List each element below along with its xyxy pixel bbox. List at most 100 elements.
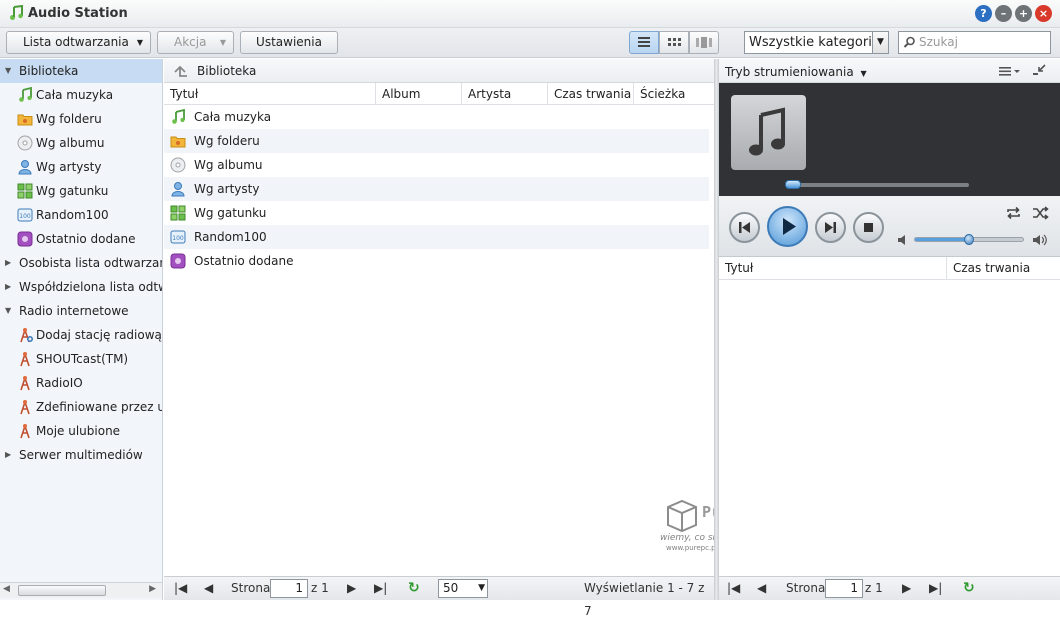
table-row[interactable]: Wg folderu	[164, 129, 709, 153]
page-number-input[interactable]: 1	[825, 579, 863, 598]
collapsed-triangle-icon[interactable]: ▶	[5, 443, 11, 467]
page-number-value: 1	[850, 581, 858, 595]
category-select-value: Wszystkie kategori	[749, 35, 872, 50]
sidebar-item-by-genre[interactable]: Wg gatunku	[0, 179, 162, 203]
first-page-icon[interactable]: |◀	[174, 577, 187, 600]
column-header-title[interactable]: Tytuł	[719, 257, 947, 279]
sidebar-item-media-server[interactable]: ▶ Serwer multimediów	[0, 443, 162, 467]
sidebar-item-by-album[interactable]: Wg albumu	[0, 131, 162, 155]
coverflow-view-icon	[696, 37, 712, 48]
table-row[interactable]: Wg artysty	[164, 177, 709, 201]
sidebar-item-all-music[interactable]: Cała muzyka	[0, 83, 162, 107]
sidebar-item-radioio[interactable]: RadioIO	[0, 371, 162, 395]
stop-button[interactable]	[853, 212, 884, 243]
table-row[interactable]: Wg albumu	[164, 153, 709, 177]
action-button[interactable]: Akcja ▼	[157, 31, 234, 54]
random-icon: 100	[170, 230, 186, 244]
stream-mode-bar: Tryb strumieniowania ▼	[719, 59, 1060, 83]
table-row[interactable]: 100 Random100	[164, 225, 709, 249]
sidebar-item-by-folder[interactable]: Wg folderu	[0, 107, 162, 131]
progress-track[interactable]	[785, 180, 969, 189]
close-icon[interactable]: ×	[1035, 5, 1052, 22]
volume-high-icon	[1033, 234, 1047, 246]
grid-view-button[interactable]	[659, 31, 689, 54]
sidebar-item-shoutcast[interactable]: SHOUTcast(TM)	[0, 347, 162, 371]
minimize-icon[interactable]: –	[995, 5, 1012, 22]
sidebar-item-internet-radio[interactable]: ▼ Radio internetowe	[0, 299, 162, 323]
shuffle-icon[interactable]	[1032, 206, 1049, 220]
playlist-button[interactable]: Lista odtwarzania ▼	[6, 31, 151, 54]
sidebar-item-favorites[interactable]: Moje ulubione	[0, 419, 162, 443]
sidebar-item-recently-added[interactable]: Ostatnio dodane	[0, 227, 162, 251]
collapsed-triangle-icon[interactable]: ▶	[5, 275, 11, 299]
column-header-path[interactable]: Ścieżka	[634, 83, 714, 105]
column-header-artist[interactable]: Artysta	[462, 83, 548, 105]
collapsed-triangle-icon[interactable]: ▶	[5, 251, 11, 275]
music-note-icon	[172, 109, 185, 124]
stream-mode-menu[interactable]: Tryb strumieniowania ▼	[725, 65, 867, 79]
sidebar-horizontal-scrollbar[interactable]: ◀ ▶	[0, 582, 162, 598]
next-page-icon[interactable]: ▶	[902, 577, 911, 600]
maximize-icon[interactable]: +	[1015, 5, 1032, 22]
album-cover	[731, 95, 806, 170]
page-total: z 1	[865, 581, 883, 595]
sidebar-item-user-defined[interactable]: Zdefiniowane przez użytkownika	[0, 395, 162, 419]
playlist-menu-icon[interactable]	[999, 66, 1021, 77]
column-header-album[interactable]: Album	[376, 83, 462, 105]
scroll-left-icon[interactable]: ◀	[3, 584, 10, 594]
scrollbar-thumb[interactable]	[18, 585, 106, 596]
table-row[interactable]: Ostatnio dodane	[164, 249, 709, 273]
volume-slider[interactable]	[914, 234, 1024, 245]
category-select[interactable]: Wszystkie kategori ▼	[744, 31, 889, 54]
first-page-icon[interactable]: |◀	[727, 577, 740, 600]
settings-button[interactable]: Ustawienia	[240, 31, 338, 54]
breadcrumb-label[interactable]: Biblioteka	[197, 59, 256, 83]
album-disc-icon	[170, 157, 186, 173]
search-placeholder: Szukaj	[919, 35, 958, 49]
refresh-icon[interactable]: ↻	[963, 577, 975, 600]
next-page-icon[interactable]: ▶	[347, 577, 356, 600]
sidebar-item-add-radio[interactable]: Dodaj stację radiową	[0, 323, 162, 347]
artist-icon	[171, 182, 185, 197]
previous-page-icon[interactable]: ◀	[204, 577, 213, 600]
list-view-button[interactable]	[629, 31, 659, 54]
expanded-triangle-icon[interactable]: ▼	[5, 299, 11, 323]
library-pager: |◀ ◀ Strona 1 z 1 ▶ ▶| ↻ 50 ▼ Wyświetlan…	[164, 576, 714, 618]
coverflow-view-button[interactable]	[689, 31, 719, 54]
column-header-duration[interactable]: Czas trwania	[548, 83, 634, 105]
progress-handle[interactable]	[785, 180, 801, 189]
last-page-icon[interactable]: ▶|	[929, 577, 942, 600]
previous-page-icon[interactable]: ◀	[757, 577, 766, 600]
page-size-select[interactable]: 50 ▼	[438, 579, 488, 598]
sidebar-item-library[interactable]: ▼ Biblioteka	[0, 59, 162, 83]
last-page-icon[interactable]: ▶|	[374, 577, 387, 600]
music-note-icon	[19, 87, 32, 102]
row-title: Cała muzyka	[194, 110, 272, 124]
search-input[interactable]: Szukaj	[898, 31, 1051, 54]
sidebar-item-random100[interactable]: 100 Random100	[0, 203, 162, 227]
table-row[interactable]: Cała muzyka	[164, 105, 709, 129]
volume-handle[interactable]	[964, 234, 974, 245]
scroll-right-icon[interactable]: ▶	[149, 584, 156, 594]
refresh-icon[interactable]: ↻	[408, 577, 420, 600]
play-button[interactable]	[767, 206, 808, 247]
previous-track-button[interactable]	[729, 212, 760, 243]
sidebar-item-by-artist[interactable]: Wg artysty	[0, 155, 162, 179]
sidebar: ▼ Biblioteka Cała muzyka Wg folderu Wg a…	[0, 59, 163, 600]
table-row[interactable]: Wg gatunku	[164, 201, 709, 225]
repeat-icon[interactable]	[1005, 206, 1022, 220]
next-track-button[interactable]	[815, 212, 846, 243]
sidebar-item-personal-playlist[interactable]: ▶ Osobista lista odtwarzania	[0, 251, 162, 275]
grid-view-icon	[668, 38, 681, 46]
help-icon[interactable]: ?	[975, 5, 992, 22]
expanded-triangle-icon[interactable]: ▼	[5, 59, 11, 83]
sidebar-item-shared-playlist[interactable]: ▶ Współdzielona lista odtwarzania	[0, 275, 162, 299]
page-number-input[interactable]: 1	[270, 579, 308, 598]
add-radio-icon	[20, 328, 33, 343]
title-bar: Audio Station ? – + ×	[0, 0, 1060, 28]
mini-player-icon[interactable]	[1032, 64, 1046, 78]
row-title: Ostatnio dodane	[194, 254, 294, 268]
up-arrow-icon[interactable]	[172, 64, 188, 78]
column-header-duration[interactable]: Czas trwania	[947, 257, 1060, 279]
column-header-title[interactable]: Tytuł	[164, 83, 376, 105]
